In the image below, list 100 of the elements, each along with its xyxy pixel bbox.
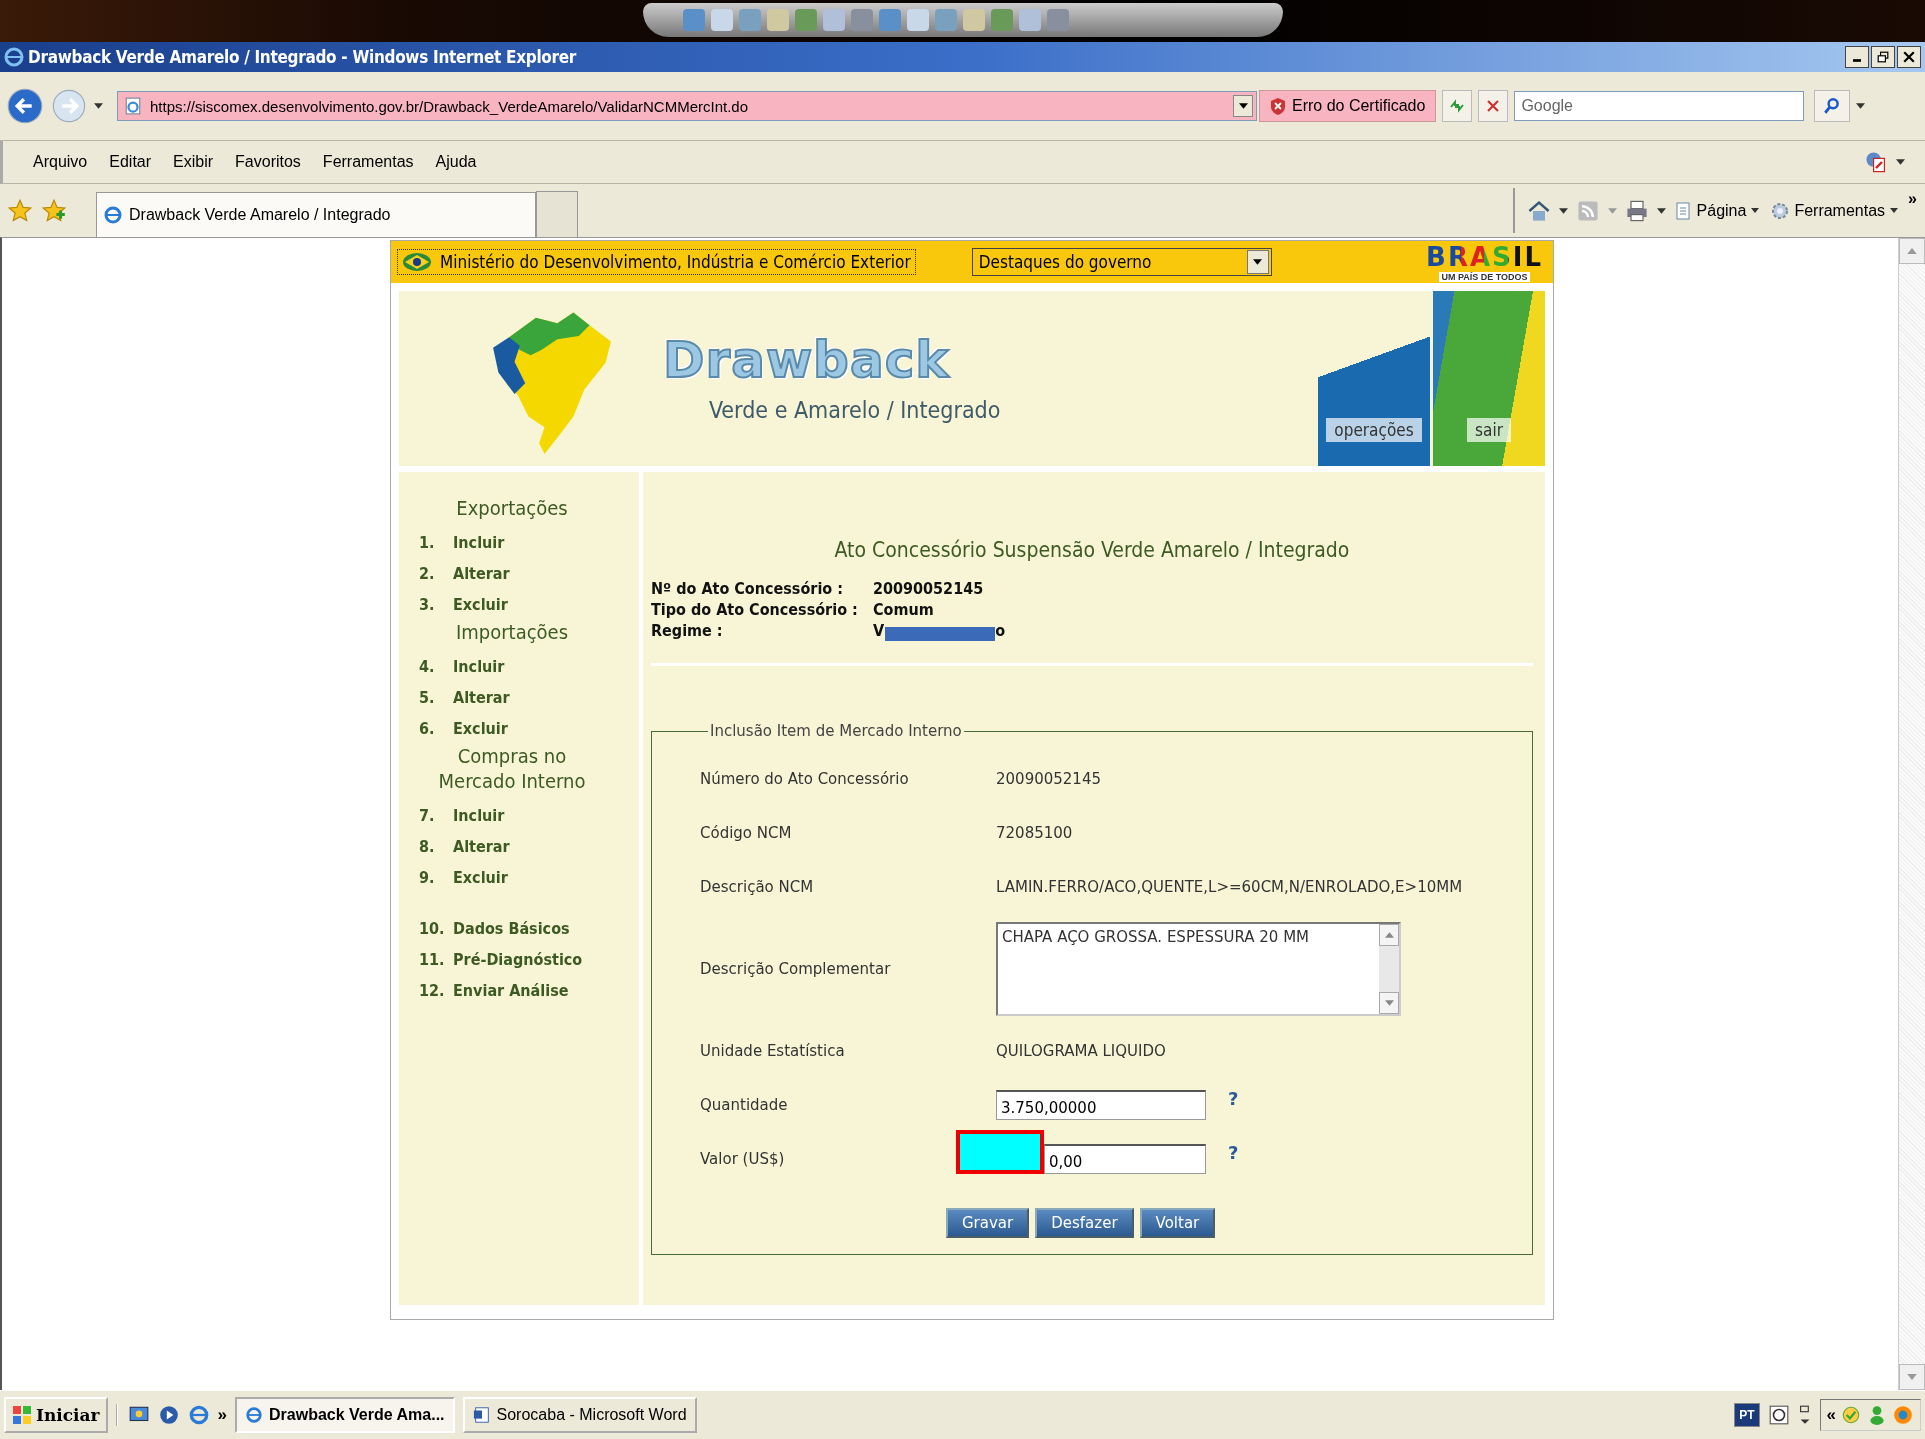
info-value: o — [995, 620, 1006, 641]
restore-icon — [1877, 51, 1889, 63]
sidebar-link[interactable]: Excluir — [453, 719, 508, 738]
caret-icon — [1907, 1374, 1917, 1380]
search-button[interactable] — [1814, 90, 1851, 122]
dropdown-arrow-icon[interactable] — [1558, 207, 1568, 214]
tools-menu-button[interactable]: Ferramentas — [1769, 201, 1901, 220]
menu-item[interactable]: Editar — [109, 153, 152, 171]
help-link[interactable]: ? — [1228, 1087, 1239, 1109]
item-number: 4. — [419, 657, 436, 676]
quick-launch-overflow-button[interactable]: » — [217, 1405, 228, 1425]
ie-logo-icon — [4, 47, 24, 67]
dropdown-button[interactable] — [1246, 250, 1269, 274]
sidebar-link[interactable]: Alterar — [453, 837, 510, 856]
toolbar-overflow-button[interactable]: » — [1908, 190, 1917, 208]
tray-overflow-button[interactable]: « — [1826, 1405, 1836, 1425]
ie-logo-icon[interactable] — [187, 1404, 210, 1426]
language-indicator[interactable]: PT — [1734, 1403, 1760, 1427]
header-link[interactable]: operações — [1326, 418, 1422, 442]
sidebar-link[interactable]: Incluir — [453, 657, 505, 676]
caret-icon — [1384, 1000, 1394, 1006]
item-number: 11. — [419, 950, 446, 969]
restore-button[interactable] — [1871, 46, 1895, 68]
form-button[interactable]: Desfazer — [1035, 1208, 1134, 1238]
print-icon[interactable] — [1624, 198, 1649, 223]
header-subtitle: Verde e Amarelo / Integrado — [709, 397, 1001, 423]
description-textarea[interactable]: CHAPA AÇO GROSSA. ESPESSURA 20 MM — [996, 922, 1401, 1016]
star-icon[interactable] — [8, 198, 32, 223]
sidebar-link[interactable]: Alterar — [453, 688, 510, 707]
scrollbar[interactable] — [1379, 924, 1399, 1014]
start-button[interactable]: Iniciar — [4, 1397, 108, 1433]
field-label: Descrição NCM — [700, 878, 815, 896]
close-button[interactable] — [1897, 46, 1921, 68]
sidebar-link[interactable]: Incluir — [453, 806, 505, 825]
home-icon[interactable] — [1526, 198, 1551, 223]
dropdown-arrow-icon[interactable] — [1656, 207, 1666, 214]
dropdown-arrow-icon[interactable] — [1856, 103, 1866, 109]
ie-logo-icon — [245, 1406, 264, 1424]
sidebar-link[interactable]: Enviar Análise — [453, 981, 569, 1000]
address-field[interactable]: https://siscomex.desenvolvimento.gov.br/Drawback_VerdeAmarelo/ValidarNCMMercInt.do — [117, 91, 1257, 121]
menu-item[interactable]: Exibir — [173, 153, 214, 171]
minimize-button[interactable] — [1845, 46, 1869, 68]
government-highlights-dropdown[interactable]: Destaques do governo — [971, 248, 1272, 276]
help-link[interactable]: ? — [1228, 1141, 1239, 1163]
sidebar-section-title: Compras no Mercado Interno — [437, 744, 587, 794]
dropdown-arrow-icon[interactable] — [1896, 159, 1905, 165]
sidebar-section-title: Exportações — [455, 496, 569, 521]
header-link-image[interactable]: sair — [1433, 291, 1545, 466]
menu-item[interactable]: Arquivo — [33, 153, 88, 171]
input-field[interactable]: 0,00 — [1044, 1144, 1206, 1174]
page-icon — [1675, 201, 1692, 220]
language-bar-options-icon[interactable] — [1797, 1404, 1812, 1426]
add-favorite-icon[interactable] — [42, 198, 66, 223]
menu-item[interactable]: Favoritos — [235, 153, 301, 171]
caret-icon — [1751, 208, 1760, 213]
field-value: LAMIN.FERRO/ACO,QUENTE,L>=60CM,N/ENROLADO,E>10MM — [996, 878, 1463, 896]
back-button[interactable] — [6, 87, 44, 125]
window-title: Drawback Verde Amarelo / Integrado - Windows Internet Explorer — [28, 47, 577, 67]
pdf-icon[interactable] — [1864, 150, 1888, 174]
field-value: 20090052145 — [996, 770, 1101, 788]
sidebar-link[interactable]: Incluir — [453, 533, 505, 552]
windows-logo-icon — [12, 1405, 32, 1425]
taskbar-task[interactable]: Drawback Verde Ama... — [235, 1397, 455, 1433]
sidebar-link[interactable]: Excluir — [453, 595, 508, 614]
ministry-link[interactable]: Ministério do Desenvolvimento, Indústria e Comércio Exterior — [397, 249, 916, 275]
tray-icon[interactable] — [1892, 1404, 1914, 1426]
page-menu-button[interactable]: Página — [1673, 201, 1762, 220]
header-link[interactable]: sair — [1467, 418, 1511, 442]
item-number: 1. — [419, 533, 436, 552]
input-field[interactable]: 3.750,00000 — [996, 1090, 1206, 1120]
taskbar-task[interactable]: Sorocaba - Microsoft Word — [462, 1397, 697, 1433]
sidebar-link[interactable]: Excluir — [453, 868, 508, 887]
dropdown-arrow-icon[interactable] — [94, 103, 103, 109]
page-icon — [124, 97, 142, 115]
field-value: 72085100 — [996, 824, 1073, 842]
scroll-up-button[interactable] — [1379, 924, 1399, 946]
field-label: Descrição Complementar — [700, 960, 892, 978]
media-player-icon[interactable] — [157, 1404, 180, 1426]
close-icon — [1903, 51, 1915, 63]
browser-tab[interactable]: Drawback Verde Amarelo / Integrado — [96, 192, 536, 237]
sidebar-link[interactable]: Alterar — [453, 564, 510, 583]
menu-item[interactable]: Ajuda — [435, 153, 477, 171]
item-number: 3. — [419, 595, 436, 614]
address-dropdown-button[interactable] — [1233, 95, 1253, 117]
sidebar-link[interactable]: Dados Básicos — [453, 919, 570, 938]
certificate-error-button[interactable]: Erro do Certificado — [1259, 90, 1437, 122]
form-button[interactable]: Voltar — [1139, 1208, 1216, 1238]
ministry-name[interactable]: Ministério do Desenvolvimento, Indústria e Comércio Exterior — [440, 252, 911, 272]
menu-item[interactable]: Ferramentas — [322, 153, 414, 171]
logo-tagline: UM PAÍS DE TODOS — [1439, 272, 1530, 282]
caret-icon — [1907, 248, 1917, 254]
scroll-down-button[interactable] — [1379, 992, 1399, 1014]
form-button[interactable]: Gravar — [946, 1208, 1030, 1238]
stop-button[interactable] — [1478, 90, 1509, 122]
refresh-button[interactable] — [1442, 90, 1473, 122]
sidebar-link[interactable]: Pré-Diagnóstico — [453, 950, 583, 969]
shield-error-icon — [1270, 97, 1286, 115]
search-icon — [1823, 97, 1842, 115]
search-field[interactable]: Google — [1514, 91, 1805, 121]
refresh-icon — [1449, 98, 1466, 114]
